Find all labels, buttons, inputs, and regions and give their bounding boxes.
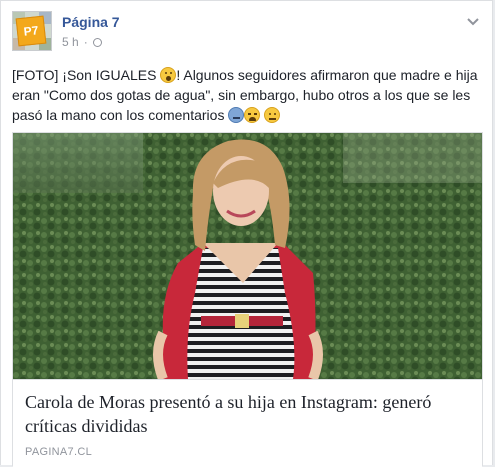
- link-domain: PAGINA7.CL: [25, 446, 92, 458]
- expressionless-emoji-icon: [264, 107, 281, 123]
- post-header: P7 Página 7 5 h ·: [12, 11, 482, 55]
- page-logo: P7: [15, 15, 47, 47]
- link-title[interactable]: Carola de Moras presentó a su hija en In…: [25, 390, 465, 438]
- astonished-emoji-icon: [160, 67, 177, 83]
- sweat-emoji-icon: [228, 107, 245, 123]
- chevron-down-icon[interactable]: [466, 15, 480, 29]
- link-preview[interactable]: Carola de Moras presentó a su hija en In…: [12, 132, 483, 467]
- page-avatar[interactable]: P7: [12, 11, 52, 51]
- post-text-part1: [FOTO] ¡Son IGUALES: [12, 67, 161, 83]
- post-text: [FOTO] ¡Son IGUALES ! Algunos seguidores…: [12, 65, 482, 125]
- meta-separator: ·: [83, 35, 88, 49]
- post-card: P7 Página 7 5 h · [FOTO] ¡Son IGUALES ! …: [0, 0, 493, 467]
- link-preview-info[interactable]: Carola de Moras presentó a su hija en In…: [13, 379, 482, 467]
- globe-icon[interactable]: [92, 37, 102, 47]
- post-timestamp[interactable]: 5 h: [62, 35, 79, 49]
- post-meta: 5 h ·: [62, 35, 102, 49]
- link-preview-image[interactable]: [13, 133, 482, 379]
- tired-emoji-icon: [244, 107, 261, 123]
- page-name-link[interactable]: Página 7: [62, 14, 120, 30]
